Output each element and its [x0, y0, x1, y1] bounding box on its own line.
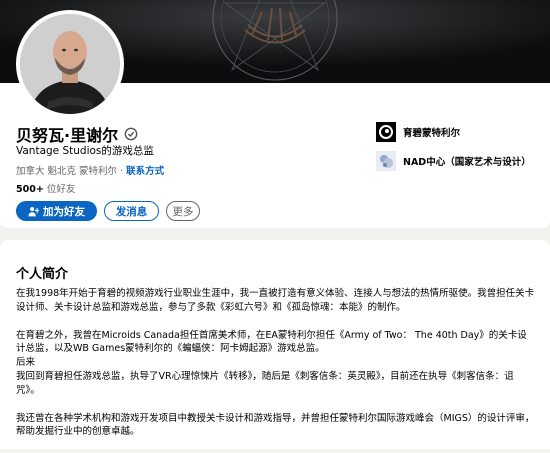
- about-section: 个人简介 在我1998年开始于育碧的视频游戏行业职业生涯中，我一直被打造有意义体…: [0, 240, 550, 449]
- connect-button-label: 加为好友: [43, 205, 85, 218]
- add-person-icon: [28, 206, 39, 216]
- about-paragraph-line: 我回到育碧担任游戏总监，执导了VR心理惊悚片《转移》，随后是《刺客信条：英灵殿》…: [16, 370, 514, 396]
- verified-badge-icon[interactable]: [124, 127, 138, 141]
- profile-headline: Vantage Studios的游戏总监: [16, 145, 154, 157]
- ubisoft-logo-icon: [376, 122, 396, 142]
- profile-location: 加拿大 魁北克 蒙特利尔 ·: [16, 166, 127, 177]
- side-item-label: 育碧蒙特利尔: [403, 128, 461, 139]
- about-body: 在我1998年开始于育碧的视频游戏行业职业生涯中，我一直被打造有意义体验、连接人…: [16, 287, 536, 453]
- connect-button[interactable]: 加为好友: [16, 201, 97, 221]
- message-button[interactable]: 发消息: [104, 201, 159, 221]
- about-paragraph: 在育碧之外，我曾在Microids Canada担任首席美术师，在EA蒙特利尔担…: [16, 329, 536, 398]
- avatar[interactable]: [16, 10, 124, 118]
- profile-photo: [20, 14, 120, 114]
- side-item-ubisoft[interactable]: 育碧蒙特利尔: [376, 122, 531, 142]
- connections-number: 500+: [16, 184, 44, 195]
- side-item-label: NAD中心（国家艺术与设计）: [403, 157, 531, 168]
- profile-actions: 加为好友 发消息 更多: [16, 201, 200, 221]
- connections-label: 位好友: [43, 184, 76, 195]
- connections-count[interactable]: 500+ 位好友: [16, 181, 75, 195]
- experience-summary: 育碧蒙特利尔 NAD中心（国家艺术与设计）: [376, 122, 531, 180]
- contact-info-link[interactable]: 联系方式: [126, 166, 164, 177]
- nad-logo-icon: [376, 151, 396, 171]
- profile-location-line: 加拿大 魁北克 蒙特利尔 · 联系方式: [16, 163, 164, 177]
- about-paragraph-line: 后来: [16, 357, 36, 369]
- more-button[interactable]: 更多: [166, 201, 200, 221]
- about-title: 个人简介: [16, 267, 69, 282]
- side-item-nad[interactable]: NAD中心（国家艺术与设计）: [376, 151, 531, 171]
- profile-card: 贝努瓦·里谢尔 Vantage Studios的游戏总监 加拿大 魁北克 蒙特利…: [0, 0, 550, 228]
- about-paragraph: 我还曾在各种学术机构和游戏开发项目中教授关卡设计和游戏指导，并曾担任蒙特利尔国际…: [16, 412, 535, 438]
- about-paragraph: 在我1998年开始于育碧的视频游戏行业职业生涯中，我一直被打造有意义体验、连接人…: [16, 288, 535, 313]
- about-paragraph-line: 在育碧之外，我曾在Microids Canada担任首席美术师，在EA蒙特利尔担…: [16, 329, 527, 355]
